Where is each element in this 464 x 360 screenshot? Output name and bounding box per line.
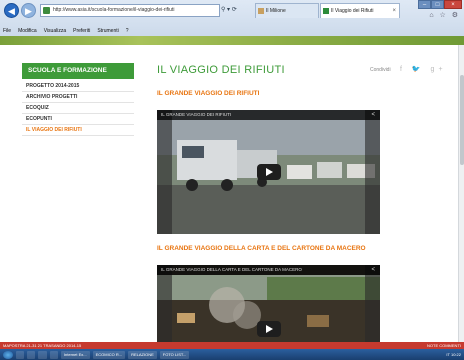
taskbar-app-doc[interactable]: ECOMICO R... — [92, 350, 126, 359]
video-title-bar: IL GRANDE VIAGGIO DELLA CARTA E DEL CART… — [157, 265, 380, 275]
url-text: http://www.asia.it/scuola-formazione/il-… — [53, 7, 175, 13]
play-button-icon[interactable] — [257, 321, 281, 337]
forward-icon[interactable]: ▶ — [21, 3, 36, 18]
taskbar-app-foto[interactable]: FOTO LIST... — [159, 350, 190, 359]
menu-bar: File Modifica Visualizza Preferiti Strum… — [0, 27, 464, 36]
status-left-text: MAPOSTRA 21-31 21 TRASANDO 2014-15 — [3, 343, 82, 348]
share-label: Condividi — [370, 67, 391, 73]
browser-chrome: ◀ ▶ http://www.asia.it/scuola-formazione… — [0, 0, 464, 38]
social-share-icons[interactable]: f 🐦 g+ — [400, 65, 447, 73]
minimize-icon[interactable]: – — [418, 0, 431, 9]
taskbar-app[interactable] — [38, 350, 47, 359]
sidebar-item-progetto[interactable]: PROGETTO 2014-2015 — [22, 81, 134, 92]
video-share-icon[interactable]: < — [371, 110, 375, 120]
sidebar-item-ecopunti[interactable]: ECOPUNTI — [22, 114, 134, 125]
site-favicon-icon — [43, 7, 50, 14]
taskbar-app-browser[interactable]: Internet Ex... — [60, 350, 90, 359]
video-title-bar: IL GRANDE VIAGGIO DEI RIFIUTI < — [157, 110, 380, 120]
taskbar-app[interactable] — [16, 350, 25, 359]
tab-label: Il Viaggio dei Rifiuti — [331, 8, 374, 14]
video-share-icon[interactable]: < — [371, 265, 375, 275]
taskbar: Internet Ex... ECOMICO R... RELAZIONE FO… — [0, 349, 464, 360]
system-tray[interactable]: IT 10:22 — [446, 349, 461, 360]
taskbar-app-relazione[interactable]: RELAZIONE — [128, 350, 157, 359]
status-right-text: NOTE COMMENTI — [427, 343, 461, 348]
menu-help[interactable]: ? — [126, 27, 129, 36]
back-icon[interactable]: ◀ — [4, 3, 19, 18]
taskbar-app[interactable] — [49, 350, 58, 359]
section-heading-carta: IL GRANDE VIAGGIO DELLA CARTA E DEL CART… — [157, 245, 366, 252]
sidebar-item-archivio[interactable]: ARCHIVIO PROGETTI — [22, 92, 134, 103]
menu-file[interactable]: File — [3, 27, 11, 36]
close-window-icon[interactable]: × — [444, 0, 462, 9]
scrollbar-thumb[interactable] — [460, 75, 464, 165]
page-title: IL VIAGGIO DEI RIFIUTI — [157, 64, 285, 76]
menu-strumenti[interactable]: Strumenti — [97, 27, 118, 36]
page-scrollbar[interactable] — [458, 45, 464, 342]
page-content: SCUOLA E FORMAZIONE PROGETTO 2014-2015 A… — [0, 45, 458, 342]
taskbar-app[interactable] — [27, 350, 36, 359]
menu-modifica[interactable]: Modifica — [18, 27, 37, 36]
video-player-carta[interactable]: IL GRANDE VIAGGIO DELLA CARTA E DEL CART… — [157, 265, 380, 342]
start-button-icon[interactable] — [3, 350, 13, 359]
window-controls: – □ × — [418, 0, 462, 9]
tab-label: Il Milione — [266, 8, 286, 14]
browser-toolbar-icons[interactable]: ⌂ ☆ ⚙ — [429, 11, 460, 19]
sidebar-item-ecoquiz[interactable]: ECOQUIZ — [22, 103, 134, 114]
menu-preferiti[interactable]: Preferiti — [73, 27, 90, 36]
play-button-icon[interactable] — [257, 164, 281, 180]
video-title: IL GRANDE VIAGGIO DEI RIFIUTI — [161, 112, 232, 117]
site-header-stripe — [0, 36, 464, 45]
status-bar: MAPOSTRA 21-31 21 TRASANDO 2014-15 NOTE … — [0, 342, 464, 349]
address-bar[interactable]: http://www.asia.it/scuola-formazione/il-… — [40, 4, 220, 17]
sidebar-title: SCUOLA E FORMAZIONE — [22, 63, 134, 79]
close-tab-icon[interactable]: × — [392, 4, 396, 18]
video-player-rifiuti[interactable]: IL GRANDE VIAGGIO DEI RIFIUTI < — [157, 110, 380, 234]
tab-favicon-icon — [258, 8, 264, 14]
tab-favicon-icon — [323, 8, 329, 14]
address-tools[interactable]: ⚲ ▾ ⟳ — [221, 4, 251, 17]
maximize-icon[interactable]: □ — [431, 0, 444, 9]
tab-il-milione[interactable]: Il Milione — [255, 3, 319, 18]
section-heading-rifiuti: IL GRANDE VIAGGIO DEI RIFIUTI — [157, 90, 260, 97]
video-title: IL GRANDE VIAGGIO DELLA CARTA E DEL CART… — [161, 267, 302, 272]
tab-viaggio-rifiuti[interactable]: Il Viaggio dei Rifiuti × — [320, 3, 400, 18]
sidebar-item-viaggio-rifiuti[interactable]: IL VIAGGIO DEI RIFIUTI — [22, 125, 134, 136]
menu-visualizza[interactable]: Visualizza — [44, 27, 66, 36]
